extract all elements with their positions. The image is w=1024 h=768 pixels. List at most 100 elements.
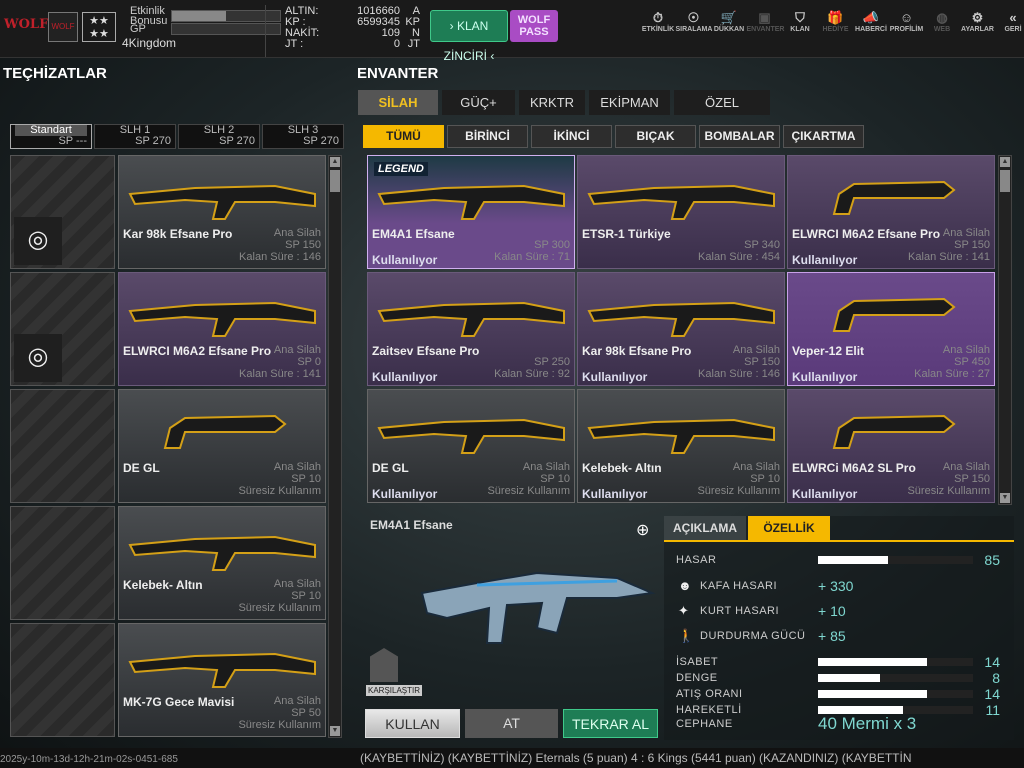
item-time: Kalan Süre : 27 bbox=[914, 368, 990, 380]
item-sp: SP 10 bbox=[291, 473, 321, 485]
clan-emblem[interactable]: WOLF bbox=[48, 12, 78, 42]
nav-profi̇li̇m[interactable]: ☺ PROFİLİM bbox=[889, 10, 925, 33]
inventory-tab[interactable]: KRKTR bbox=[519, 90, 585, 115]
inventory-scrollbar[interactable]: ▲ ▼ bbox=[998, 155, 1012, 505]
equipped-item-card[interactable]: Kelebek- Altın Ana Silah SP 10 Süresiz Kull… bbox=[118, 506, 326, 620]
klan-chain-button[interactable]: › KLAN ZİNCİRİ ‹ bbox=[430, 10, 508, 63]
inventory-tab[interactable]: ÖZEL bbox=[674, 90, 770, 115]
rebuy-button[interactable]: TEKRAR AL bbox=[563, 709, 658, 738]
item-time: Süresiz Kullanım bbox=[238, 602, 321, 614]
item-name: DE GL bbox=[372, 461, 409, 475]
inventory-item-card[interactable]: Zaitsev Efsane Pro SP 250 Kalan Süre : 92 K… bbox=[367, 272, 575, 386]
inventory-item-card[interactable]: ETSR-1 Türkiye SP 340 Kalan Süre : 454 bbox=[577, 155, 785, 269]
item-time: Süresiz Kullanım bbox=[238, 485, 321, 497]
loadout-slot-tab[interactable]: SLH 3 SP 270 bbox=[262, 124, 344, 149]
item-type: Ana Silah bbox=[273, 461, 321, 473]
compare-button[interactable]: KARŞILAŞTIR bbox=[366, 685, 423, 696]
item-sp: SP 300 bbox=[534, 239, 570, 251]
ammo-value: 40 Mermi x 3 bbox=[818, 714, 917, 733]
empty-slot[interactable] bbox=[10, 623, 115, 737]
item-sp: SP 250 bbox=[534, 356, 570, 368]
zoom-icon[interactable]: ⊕ bbox=[636, 520, 649, 540]
drop-button[interactable]: AT bbox=[465, 709, 558, 738]
username: 4Kingdom bbox=[122, 36, 177, 50]
category-subtab[interactable]: BOMBALAR bbox=[699, 125, 780, 148]
inventory-icon: ▣ bbox=[758, 10, 771, 25]
detail-weapon-image bbox=[420, 571, 656, 644]
item-sp: SP 150 bbox=[744, 356, 780, 368]
item-time: Süresiz Kullanım bbox=[487, 485, 570, 497]
equipped-item-card[interactable]: ELWRCI M6A2 Efsane Pro Ana Silah SP 0 Kalan… bbox=[118, 272, 326, 386]
item-type: Ana Silah bbox=[273, 227, 321, 239]
item-time: Kalan Süre : 146 bbox=[698, 368, 780, 380]
nav-etki̇nli̇k[interactable]: ⏱ ETKİNLİK bbox=[640, 10, 676, 33]
item-name: MK-7G Gece Mavisi bbox=[123, 695, 235, 709]
item-name: Kar 98k Efsane Pro bbox=[582, 344, 692, 358]
item-name: ETSR-1 Türkiye bbox=[582, 227, 671, 241]
equipment-scrollbar[interactable]: ▲ ▼ bbox=[328, 155, 342, 738]
nav-haberci̇[interactable]: 📣 HABERCİ bbox=[853, 10, 889, 33]
item-name: Zaitsev Efsane Pro bbox=[372, 344, 480, 358]
item-name: Kelebek- Altın bbox=[582, 461, 662, 475]
bonus-value: + 85 bbox=[818, 628, 846, 644]
item-name: EM4A1 Efsane bbox=[372, 227, 455, 241]
weapon-image bbox=[128, 652, 316, 688]
item-name: Veper-12 Elit bbox=[792, 344, 865, 358]
empty-slot[interactable] bbox=[10, 506, 115, 620]
swap-ammo-icon[interactable]: ◎ bbox=[14, 334, 62, 382]
equipped-item-card[interactable]: DE GL Ana Silah SP 10 Süresiz Kullanım bbox=[118, 389, 326, 503]
tab-description[interactable]: AÇIKLAMA bbox=[664, 516, 746, 540]
inventory-item-card[interactable]: Veper-12 Elit Ana Silah SP 450 Kalan Süre :… bbox=[787, 272, 995, 386]
currency-unit: JT bbox=[407, 38, 420, 50]
nav-hedi̇ye[interactable]: 🎁 HEDİYE bbox=[818, 10, 854, 33]
item-sp: SP 10 bbox=[540, 473, 570, 485]
item-type: Ana Silah bbox=[522, 461, 570, 473]
nav-web[interactable]: ◍ WEB bbox=[924, 10, 960, 33]
inventory-tab[interactable]: GÜÇ+ bbox=[442, 90, 515, 115]
equipped-item-card[interactable]: MK-7G Gece Mavisi Ana Silah SP 50 Süresiz K… bbox=[118, 623, 326, 737]
category-subtab[interactable]: İKİNCİ bbox=[531, 125, 612, 148]
category-subtab[interactable]: BIÇAK bbox=[615, 125, 696, 148]
inventory-item-card[interactable]: ELWRCI M6A2 Efsane Pro Ana Silah SP 150 Kal… bbox=[787, 155, 995, 269]
item-time: Süresiz Kullanım bbox=[697, 485, 780, 497]
nav-ayarlar[interactable]: ⚙ AYARLAR bbox=[960, 10, 996, 33]
legend-badge: LEGEND bbox=[374, 162, 428, 176]
swap-ammo-icon[interactable]: ◎ bbox=[14, 217, 62, 265]
category-subtab[interactable]: TÜMÜ bbox=[363, 125, 444, 148]
item-sp: SP 150 bbox=[285, 239, 321, 251]
rank-badge: ★★ ★★ bbox=[82, 12, 116, 42]
category-subtab[interactable]: BİRİNCİ bbox=[447, 125, 528, 148]
inventory-item-card[interactable]: Kelebek- Altın Ana Silah SP 10 Süresiz Kull… bbox=[577, 389, 785, 503]
inventory-item-card[interactable]: DE GL Ana Silah SP 10 Süresiz Kullanım Kulla… bbox=[367, 389, 575, 503]
item-type: Ana Silah bbox=[942, 227, 990, 239]
currency-value: 109 bbox=[381, 27, 400, 39]
loadout-slot-tab[interactable]: Standart SP --- bbox=[10, 124, 92, 149]
stat-label: İSABET bbox=[676, 656, 719, 668]
in-use-status: Kullanılıyor bbox=[792, 370, 858, 384]
loadout-slot-tab[interactable]: SLH 2 SP 270 bbox=[178, 124, 260, 149]
inventory-item-card[interactable]: ELWRCi M6A2 SL Pro Ana Silah SP 150 Süresiz… bbox=[787, 389, 995, 503]
nav-klan[interactable]: ⛉ KLAN bbox=[782, 10, 818, 33]
nav-geri̇[interactable]: «GERİ bbox=[995, 10, 1024, 33]
in-use-status: Kullanılıyor bbox=[372, 487, 438, 501]
loadout-slot-tab[interactable]: SLH 1 SP 270 bbox=[94, 124, 176, 149]
category-subtab[interactable]: ÇIKARTMA bbox=[783, 125, 864, 148]
in-use-status: Kullanılıyor bbox=[792, 487, 858, 501]
empty-slot[interactable] bbox=[10, 389, 115, 503]
nav-dükkan[interactable]: 🛒 DÜKKAN bbox=[711, 10, 747, 33]
inventory-item-card[interactable]: Kar 98k Efsane Pro Ana Silah SP 150 Kalan S… bbox=[577, 272, 785, 386]
inventory-title: ENVANTER bbox=[357, 65, 439, 82]
currency-value: 0 bbox=[393, 38, 400, 50]
nav-envanter[interactable]: ▣ ENVANTER bbox=[747, 10, 785, 33]
tab-properties[interactable]: ÖZELLİK bbox=[748, 516, 830, 540]
nav-siralama[interactable]: ☉ SIRALAMA bbox=[676, 10, 713, 33]
inventory-tab[interactable]: SİLAH bbox=[358, 90, 438, 115]
inventory-item-card[interactable]: LEGEND EM4A1 Efsane SP 300 Kalan Süre : 71 K… bbox=[367, 155, 575, 269]
equipped-item-card[interactable]: Kar 98k Efsane Pro Ana Silah SP 150 Kalan S… bbox=[118, 155, 326, 269]
wolf-pass-button[interactable]: WOLF PASS bbox=[510, 10, 558, 42]
inventory-tab[interactable]: EKİPMAN bbox=[589, 90, 670, 115]
in-use-status: Kullanılıyor bbox=[582, 487, 648, 501]
profile-icon: ☺ bbox=[899, 10, 914, 25]
stat-value: 85 bbox=[984, 552, 1000, 568]
use-button[interactable]: KULLAN bbox=[365, 709, 460, 738]
